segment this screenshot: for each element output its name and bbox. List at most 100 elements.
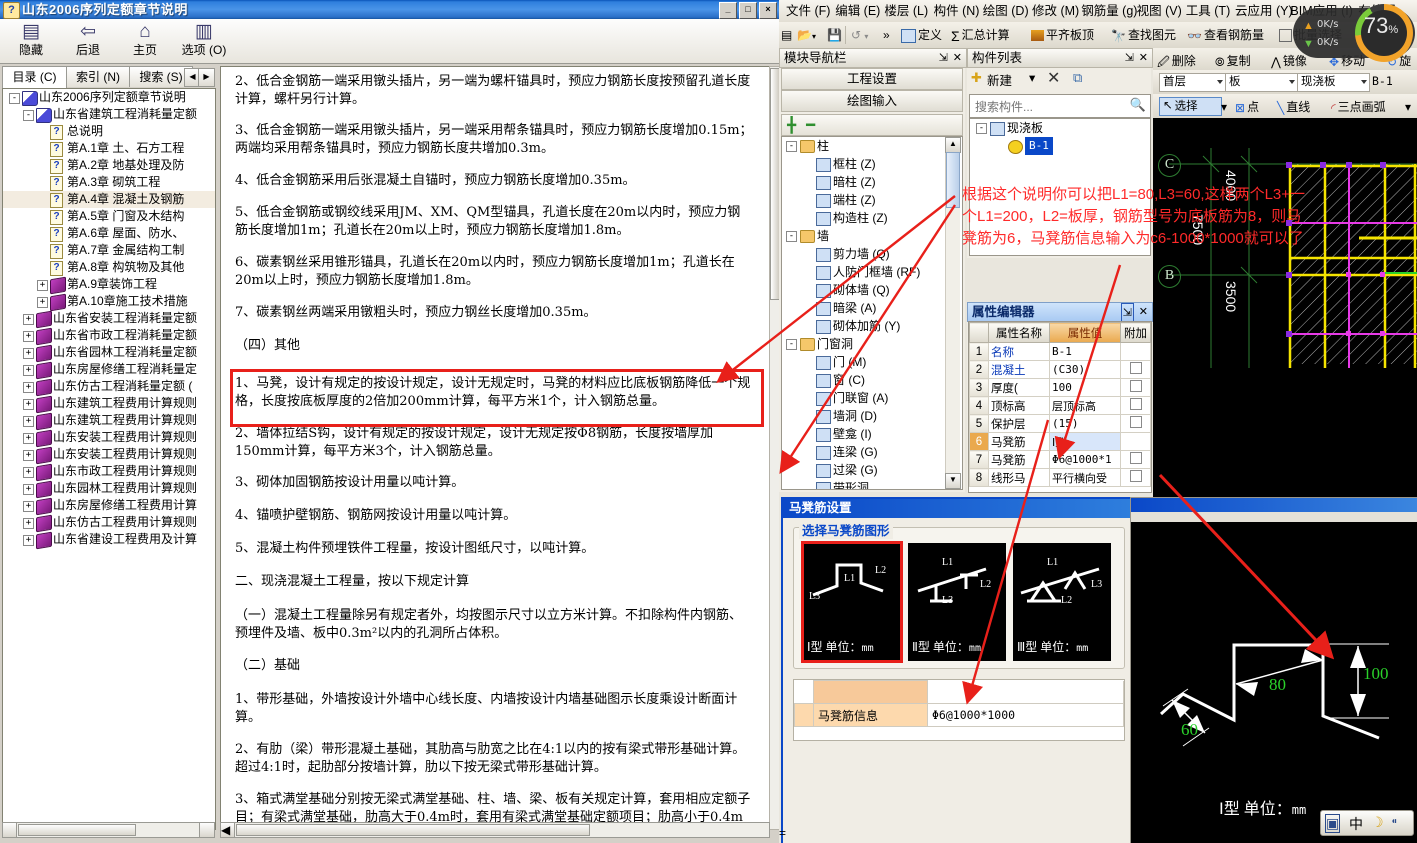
chevron-down-icon[interactable] — [1289, 80, 1295, 84]
help-contents-tree[interactable]: - 山东2006序列定额章节说明 - 山东省建筑工程消耗量定额? 总说明? 第A.1章 土… — [2, 88, 216, 830]
nav-tree-item[interactable]: 砌体加筋 (Y) — [782, 317, 962, 335]
nav-tree-item[interactable]: 壁龛 (I) — [782, 425, 962, 443]
help-tree-item[interactable]: + 第A.10章施工技术措施 — [3, 293, 215, 312]
shape-option-type2[interactable]: L1 L2 L3 Ⅱ型 单位：mm — [908, 543, 1006, 661]
tab-index[interactable]: 索引 (N) — [66, 66, 130, 87]
module-nav-tree[interactable]: - 柱框柱 (Z) 暗柱 (Z) 端柱 (Z) 构造柱 (Z) - 墙剪力墙 (Q) 人防门框… — [781, 136, 963, 490]
delete-button[interactable]: 🖉 删除 — [1157, 51, 1196, 71]
nav-tree-item[interactable]: 窗 (C) — [782, 371, 962, 389]
property-value[interactable]: 平行横向受 — [1049, 468, 1121, 487]
tab-scroll-right[interactable]: ▶ — [198, 68, 215, 87]
help-tree-item[interactable]: ? 第A.5章 门窗及木结构 — [3, 208, 215, 225]
collapse-icon[interactable]: - — [786, 141, 797, 152]
select-tool-button[interactable]: ↖ 选择 — [1159, 97, 1222, 116]
property-value[interactable]: Φ6@1000*1 — [1049, 450, 1121, 469]
help-tree-item[interactable]: ? 总说明 — [3, 123, 215, 140]
attach-checkbox[interactable] — [1129, 416, 1142, 428]
table-row[interactable]: 3 厚度(100 — [969, 378, 1151, 397]
attach-checkbox[interactable] — [1129, 380, 1142, 392]
nav-tree-item[interactable]: 端柱 (Z) — [782, 191, 962, 209]
menu-item-9[interactable]: 云应用 (Y) — [1232, 2, 1296, 20]
search-icon[interactable]: 🔍 — [1130, 97, 1146, 113]
collapse-icon[interactable]: - — [976, 123, 987, 134]
expand-icon[interactable]: + — [37, 297, 48, 308]
horse-stool-info-table[interactable]: 马凳筋信息 Φ6@1000*1000 — [793, 679, 1125, 741]
expand-all-icon[interactable]: ╋ — [787, 116, 796, 134]
help-tree-item[interactable]: + 山东房屋修缮工程消耗量定 — [3, 361, 215, 380]
nav-tree-item[interactable]: 连梁 (G) — [782, 443, 962, 461]
help-tree-item[interactable]: - 山东2006序列定额章节说明 — [3, 89, 215, 106]
cad-detail-view[interactable]: 60 80 100 Ⅰ型 单位：mm ▣ 中 ☽ ⁌ — [1130, 497, 1417, 843]
options-button[interactable]: ▥ 选项 (O) — [168, 21, 240, 61]
help-tree-item[interactable]: + 山东仿古工程费用计算规则 — [3, 514, 215, 533]
nav-tree-item[interactable]: 构造柱 (Z) — [782, 209, 962, 227]
view-rebar-qty-button[interactable]: 👓 查看钢筋量 — [1187, 25, 1264, 45]
table-row[interactable]: 5 保护层 (15) — [969, 414, 1151, 433]
property-value[interactable]: B-1 — [1049, 342, 1121, 361]
search-input[interactable] — [973, 98, 1123, 115]
collapse-icon[interactable]: - — [786, 339, 797, 350]
expand-icon[interactable]: + — [37, 280, 48, 291]
help-tree-item[interactable]: + 山东建筑工程费用计算规则 — [3, 395, 215, 414]
tree-hscroll-thumb[interactable] — [18, 824, 136, 836]
menu-item-3[interactable]: 构件 (N) — [931, 2, 983, 20]
property-value[interactable]: (C30) — [1049, 360, 1121, 379]
close-icon[interactable]: ✕ — [953, 49, 962, 67]
close-icon[interactable]: ✕ — [1139, 303, 1148, 321]
help-tree-item[interactable]: + 山东园林工程费用计算规则 — [3, 480, 215, 499]
nav-tree-item[interactable]: 墙洞 (D) — [782, 407, 962, 425]
floor-selector[interactable]: 首层 — [1159, 73, 1226, 92]
property-editor-table[interactable]: 属性名称 属性值 附加 1 名称 B-1 2 混凝土 (C30) 3 厚度(100 4 顶标高 层顶… — [968, 321, 1152, 493]
chevron-down-icon[interactable]: ▾ — [1221, 97, 1227, 117]
back-button[interactable]: ⇦ 后退 — [57, 21, 119, 61]
hide-button[interactable]: ▤ 隐藏 — [0, 21, 62, 61]
undo-button[interactable]: ↺ ▾ — [851, 25, 868, 45]
member-selector[interactable]: B-1 — [1369, 73, 1417, 90]
help-tree-item[interactable]: ? 第A.8章 构筑物及其他 — [3, 259, 215, 276]
find-element-button[interactable]: 🔭 查找图元 — [1111, 25, 1176, 45]
table-row[interactable]: 6 马凳筋 Ⅰ型 — [969, 432, 1151, 451]
chevron-down-icon[interactable] — [1217, 80, 1223, 84]
nav-tree-item[interactable]: 剪力墙 (Q) — [782, 245, 962, 263]
menu-item-2[interactable]: 楼层 (L) — [881, 2, 931, 20]
punct-icon[interactable]: ⁌ — [1391, 814, 1398, 830]
nav-tree-item[interactable]: - 门窗洞 — [782, 335, 962, 353]
tab-contents[interactable]: 目录 (C) — [2, 66, 67, 88]
pin-icon[interactable]: ⇲ — [939, 49, 948, 67]
nav-tree-item[interactable]: 门 (M) — [782, 353, 962, 371]
copy-button[interactable]: ⦾ 复制 — [1215, 51, 1251, 71]
menu-item-7[interactable]: 视图 (V) — [1134, 2, 1185, 20]
expand-icon[interactable]: + — [23, 450, 34, 461]
help-tree-item[interactable]: + 山东建筑工程费用计算规则 — [3, 412, 215, 431]
help-tree-item[interactable]: + 山东省市政工程消耗量定额 — [3, 327, 215, 346]
table-row[interactable]: 马凳筋信息 Φ6@1000*1000 — [794, 703, 1124, 727]
help-tree-item[interactable]: ? 第A.7章 金属结构工制 — [3, 242, 215, 259]
property-value[interactable]: Ⅰ型 — [1049, 432, 1121, 451]
help-tree-item[interactable]: + 山东省安装工程消耗量定额 — [3, 310, 215, 329]
expand-icon[interactable]: + — [23, 501, 34, 512]
expand-icon[interactable]: + — [23, 331, 34, 342]
shape-option-type1[interactable]: L1 L2 L3 Ⅰ型 单位：mm — [801, 541, 903, 663]
point-tool-button[interactable]: ⊠ 点 — [1235, 97, 1259, 117]
nav-button-project-settings[interactable]: 工程设置 — [781, 68, 963, 90]
document-hscroll-thumb[interactable] — [236, 824, 590, 836]
ime-toolbar[interactable]: ▣ 中 ☽ ⁌ — [1320, 810, 1414, 836]
nav-tree-item[interactable]: 框柱 (Z) — [782, 155, 962, 173]
menu-item-4[interactable]: 绘图 (D) — [980, 2, 1032, 20]
shape-option-type3[interactable]: L1 L2 L3 Ⅲ型 单位：mm — [1013, 543, 1111, 661]
open-file-button[interactable]: 📂▾ — [797, 25, 816, 45]
minimize-button[interactable]: _ — [719, 2, 737, 19]
nav-tree-item[interactable]: 暗柱 (Z) — [782, 173, 962, 191]
moon-icon[interactable]: ☽ — [1371, 814, 1384, 831]
help-tree-item[interactable]: + 山东省建设工程费用及计算 — [3, 531, 215, 550]
help-tree-item[interactable]: + 山东市政工程费用计算规则 — [3, 463, 215, 482]
horse-stool-info-value[interactable]: Φ6@1000*1000 — [927, 703, 1124, 727]
help-tree-item[interactable]: + 第A.9章装饰工程 — [3, 276, 215, 295]
nav-scroll-down[interactable]: ▼ — [945, 473, 961, 489]
help-window-titlebar[interactable]: ? 山东2006序列定额章节说明 _ □ × — [0, 0, 779, 19]
expand-icon[interactable]: + — [23, 382, 34, 393]
help-tree-item[interactable]: - 山东省建筑工程消耗量定额 — [3, 106, 215, 123]
chevron-down-icon[interactable]: ▾ — [1405, 97, 1411, 117]
nav-tree-item[interactable]: -柱 — [782, 137, 962, 155]
expand-icon[interactable]: + — [23, 314, 34, 325]
